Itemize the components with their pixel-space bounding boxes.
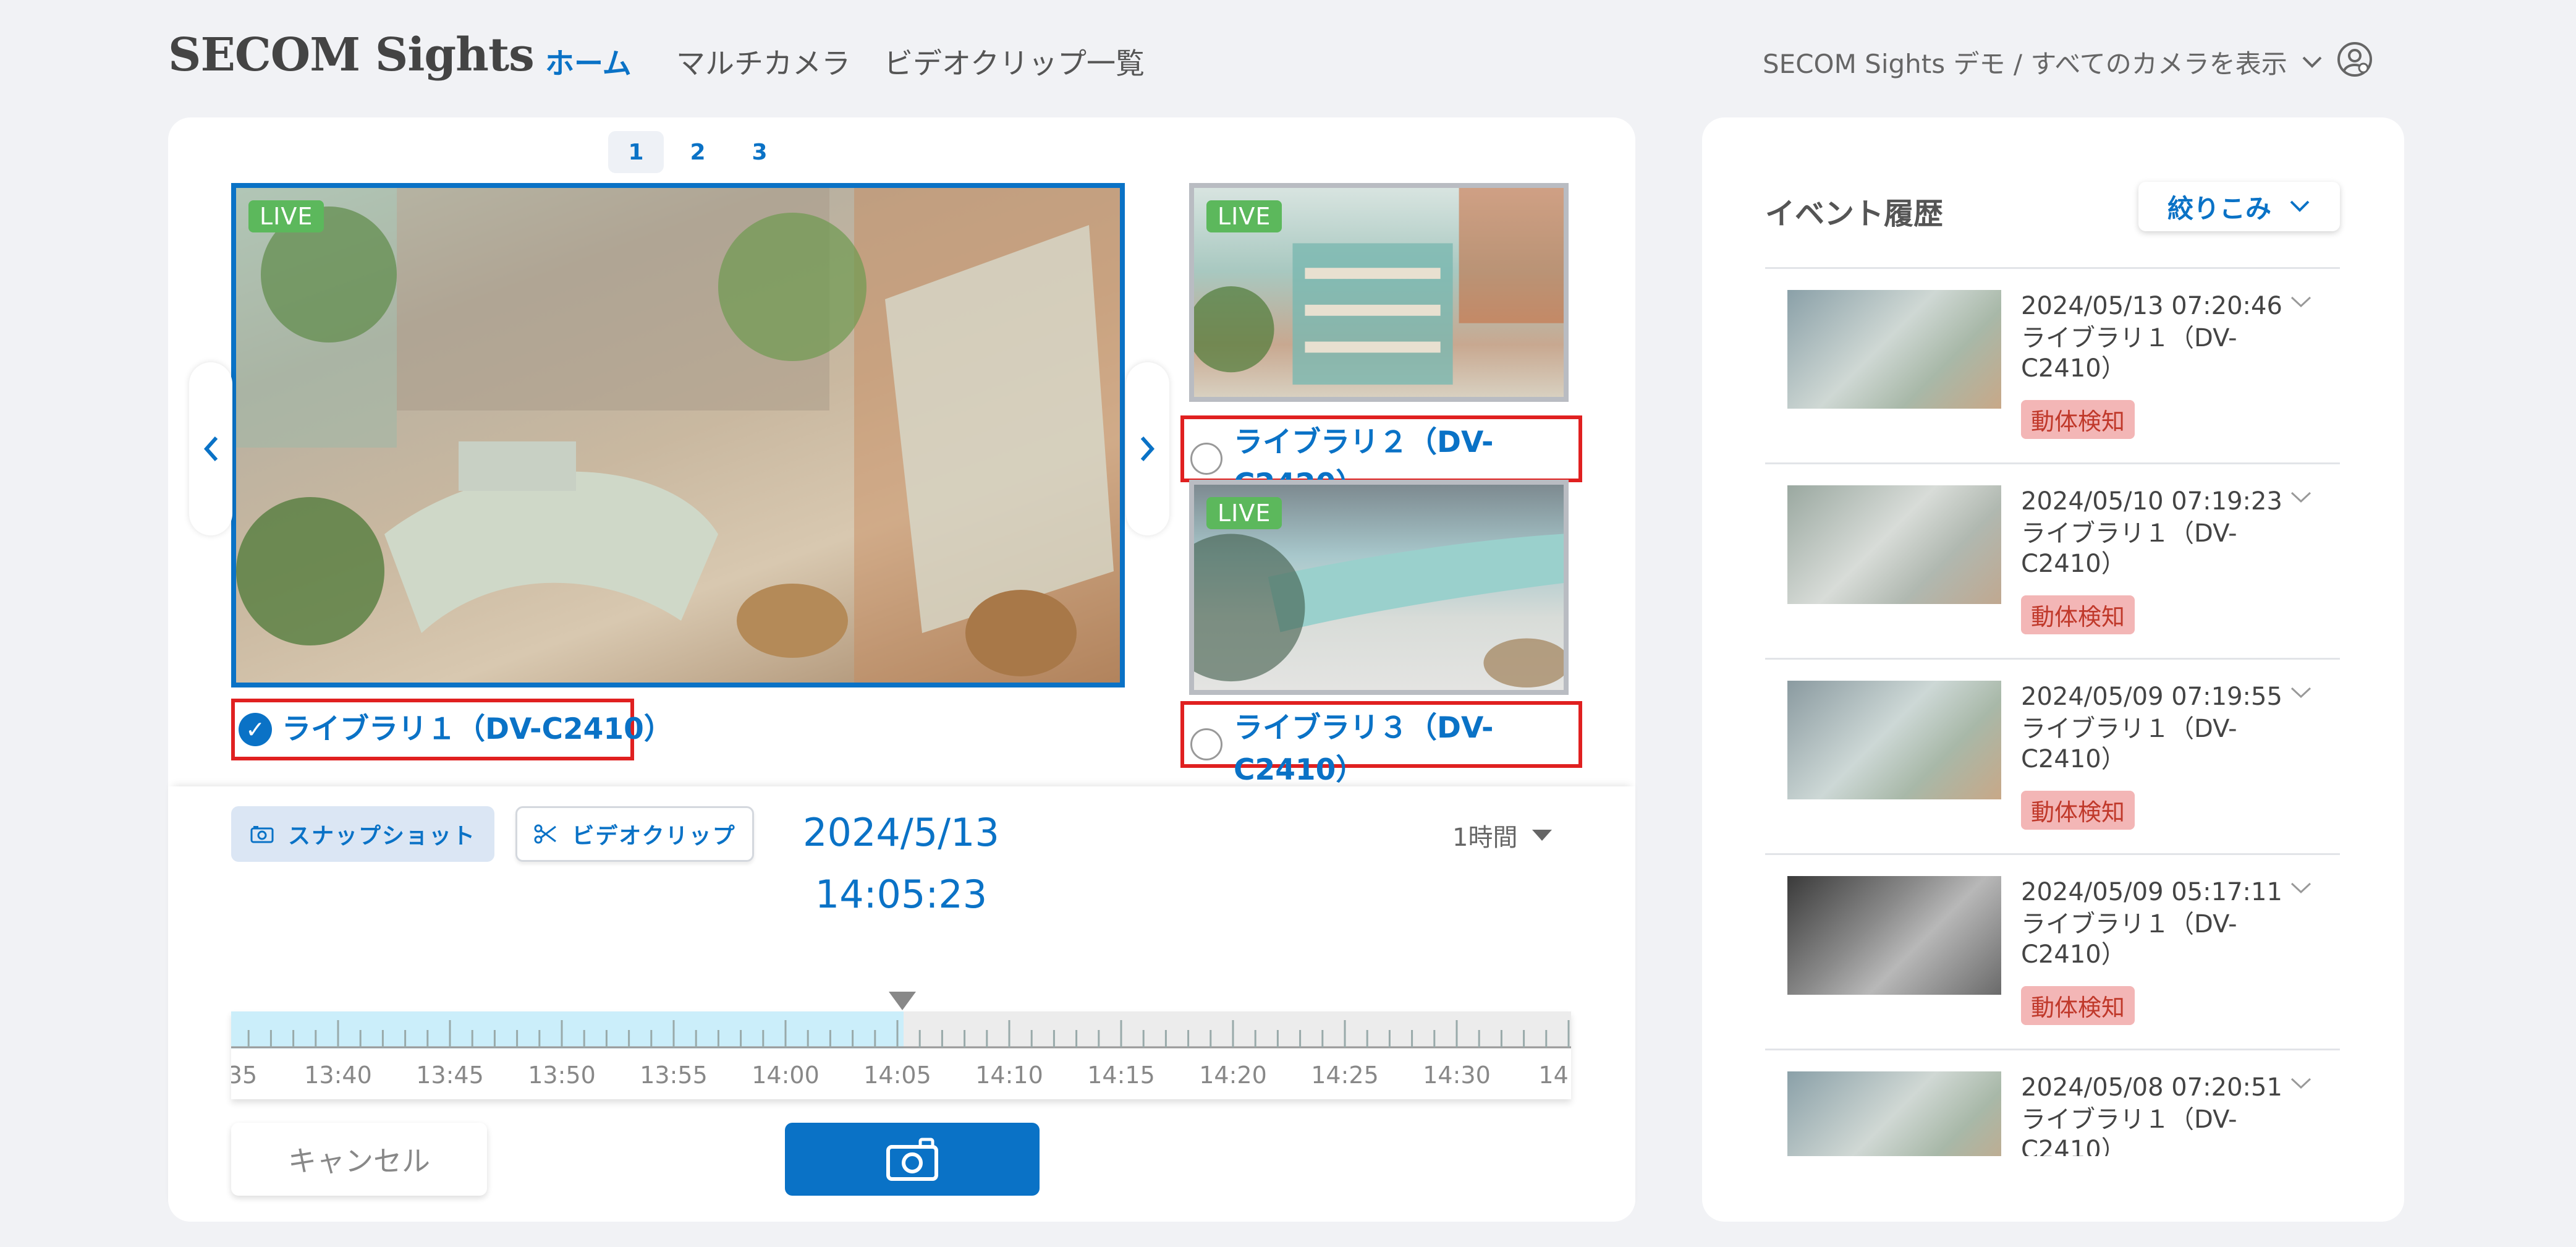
chevron-down-icon[interactable]	[2287, 678, 2315, 707]
page-tab-2[interactable]: 2	[670, 131, 726, 173]
chevron-left-icon	[203, 436, 218, 461]
event-datetime: 2024/05/10 07:19:23	[2021, 487, 2282, 516]
timeline-marker[interactable]	[889, 992, 916, 1010]
event-item[interactable]: 2024/05/08 07:20:51 ライブラリ１（DV-C2410）	[1765, 1050, 2340, 1156]
camera-feed-library-1: LIVE	[236, 188, 1120, 683]
filter-button[interactable]: 絞りこみ	[2138, 182, 2340, 231]
event-datetime: 2024/05/08 07:20:51	[2021, 1073, 2282, 1102]
camera-view-2[interactable]: LIVE	[1189, 183, 1569, 402]
event-thumbnail[interactable]	[1787, 681, 2001, 799]
event-thumbnail[interactable]	[1787, 876, 2001, 995]
cancel-button[interactable]: キャンセル	[231, 1123, 487, 1196]
app-logo[interactable]: SECOM Sights	[168, 28, 535, 82]
timeline-tick-label: 14:20	[1199, 1062, 1267, 1089]
nav-video-clips[interactable]: ビデオクリップ一覧	[884, 40, 1145, 82]
user-settings-icon[interactable]	[2336, 41, 2373, 78]
event-camera: ライブラリ１（DV-C2410）	[2021, 1105, 2237, 1156]
chevron-down-icon[interactable]	[2287, 483, 2315, 511]
event-datetime: 2024/05/13 07:20:46	[2021, 292, 2282, 320]
timeline-remaining	[904, 1011, 1571, 1049]
timeline-tick-label: 14:05	[863, 1062, 931, 1089]
timeline-tick-label: 14:30	[1423, 1062, 1491, 1089]
event-datetime: 2024/05/09 07:19:55	[2021, 683, 2282, 711]
timeline-tick-label: 14:25	[1311, 1062, 1379, 1089]
camera-view-3[interactable]: LIVE	[1189, 480, 1569, 695]
event-item[interactable]: 2024/05/10 07:19:23 ライブラリ１（DV-C2410） 動体検…	[1765, 464, 2340, 660]
capture-button[interactable]	[785, 1123, 1040, 1196]
timeline-scrubber[interactable]: 35 13:40 13:45 13:50 13:55 14:00 14:05 14:10 14:…	[231, 1011, 1571, 1099]
caret-down-icon	[1532, 830, 1553, 841]
event-type-badge: 動体検知	[2021, 791, 2135, 830]
event-list[interactable]: 2024/05/13 07:20:46 ライブラリ１（DV-C2410） 動体検…	[1765, 267, 2340, 1156]
camera-label-1[interactable]: ✓ ライブラリ１（DV-C2410）	[231, 699, 673, 760]
camera-label-3[interactable]: ライブラリ３（DV-C2410）	[1180, 701, 1582, 787]
event-thumbnail[interactable]	[1787, 485, 2001, 604]
camera-feed-library-2: LIVE	[1194, 188, 1564, 397]
timeline-tick-label: 14:00	[752, 1062, 820, 1089]
event-item[interactable]: 2024/05/13 07:20:46 ライブラリ１（DV-C2410） 動体検…	[1765, 269, 2340, 464]
next-camera-button[interactable]	[1126, 362, 1169, 535]
chevron-down-icon[interactable]	[2287, 874, 2315, 902]
timeline-tick-label: 35	[231, 1062, 257, 1089]
camera-name-1: ライブラリ１（DV-C2410）	[282, 712, 673, 746]
timeline-tick-label: 14:15	[1087, 1062, 1155, 1089]
timeline-tick-label: 14:10	[975, 1062, 1043, 1089]
camera-feed-library-3: LIVE	[1194, 485, 1564, 690]
camera-label-2[interactable]: ライブラリ２（DV-C2420）	[1180, 415, 1582, 501]
camera-radio-3[interactable]	[1190, 728, 1222, 760]
chevron-right-icon	[1140, 436, 1155, 461]
event-camera: ライブラリ１（DV-C2410）	[2021, 519, 2237, 578]
video-clip-button[interactable]: ビデオクリップ	[515, 806, 754, 862]
event-type-badge: 動体検知	[2021, 400, 2135, 439]
event-camera: ライブラリ１（DV-C2410）	[2021, 910, 2237, 969]
camera-view-main[interactable]: LIVE	[231, 183, 1125, 687]
playback-date: 2024/5/13	[803, 810, 999, 855]
event-item[interactable]: 2024/05/09 07:19:55 ライブラリ１（DV-C2410） 動体検…	[1765, 660, 2340, 855]
chevron-down-icon	[2290, 200, 2310, 212]
live-badge: LIVE	[1206, 497, 1282, 529]
timeline-tick-label: 13:55	[640, 1062, 708, 1089]
live-badge: LIVE	[248, 200, 324, 232]
event-history-title: イベント履歴	[1765, 197, 1944, 231]
account-label: SECOM Sights デモ / すべてのカメラを表示	[1763, 49, 2287, 79]
duration-value: 1時間	[1452, 824, 1518, 852]
nav-multi-camera[interactable]: マルチカメラ	[676, 40, 850, 82]
event-type-badge: 動体検知	[2021, 595, 2135, 634]
playback-time: 14:05:23	[815, 872, 988, 917]
timeline-tick-label: 14:	[1538, 1062, 1571, 1089]
chevron-down-icon[interactable]	[2287, 287, 2315, 316]
event-camera: ライブラリ１（DV-C2410）	[2021, 715, 2237, 773]
video-clip-label: ビデオクリップ	[572, 824, 736, 849]
camera-icon	[886, 1138, 938, 1181]
camera-icon	[250, 826, 274, 843]
timeline-progress	[231, 1011, 904, 1049]
event-thumbnail[interactable]	[1787, 1071, 2001, 1156]
event-thumbnail[interactable]	[1787, 290, 2001, 409]
checkmark-icon[interactable]: ✓	[239, 713, 272, 746]
camera-radio-2[interactable]	[1190, 443, 1222, 475]
live-badge: LIVE	[1206, 200, 1282, 232]
event-item[interactable]: 2024/05/09 05:17:11 ライブラリ１（DV-C2410） 動体検…	[1765, 855, 2340, 1050]
scissors-icon	[534, 824, 557, 844]
event-camera: ライブラリ１（DV-C2410）	[2021, 324, 2237, 383]
timeline-tick-label: 13:45	[416, 1062, 484, 1089]
snapshot-label: スナップショット	[287, 824, 476, 849]
chevron-down-icon	[2302, 56, 2322, 68]
account-selector[interactable]: SECOM Sights デモ / すべてのカメラを表示	[1763, 43, 2323, 81]
camera-name-3: ライブラリ３（DV-C2410）	[1234, 711, 1494, 788]
timeline-tick-label: 13:50	[528, 1062, 596, 1089]
filter-label: 絞りこみ	[2167, 193, 2271, 224]
timeline-tick-label: 13:40	[304, 1062, 372, 1089]
duration-select[interactable]: 1時間	[1452, 817, 1553, 853]
chevron-down-icon[interactable]	[2287, 1069, 2315, 1097]
event-datetime: 2024/05/09 05:17:11	[2021, 878, 2282, 906]
page-tab-1[interactable]: 1	[608, 131, 664, 173]
nav-home[interactable]: ホーム	[545, 40, 632, 82]
page-tab-3[interactable]: 3	[732, 131, 787, 173]
snapshot-button[interactable]: スナップショット	[231, 806, 494, 862]
event-type-badge: 動体検知	[2021, 986, 2135, 1025]
prev-camera-button[interactable]	[189, 362, 232, 535]
